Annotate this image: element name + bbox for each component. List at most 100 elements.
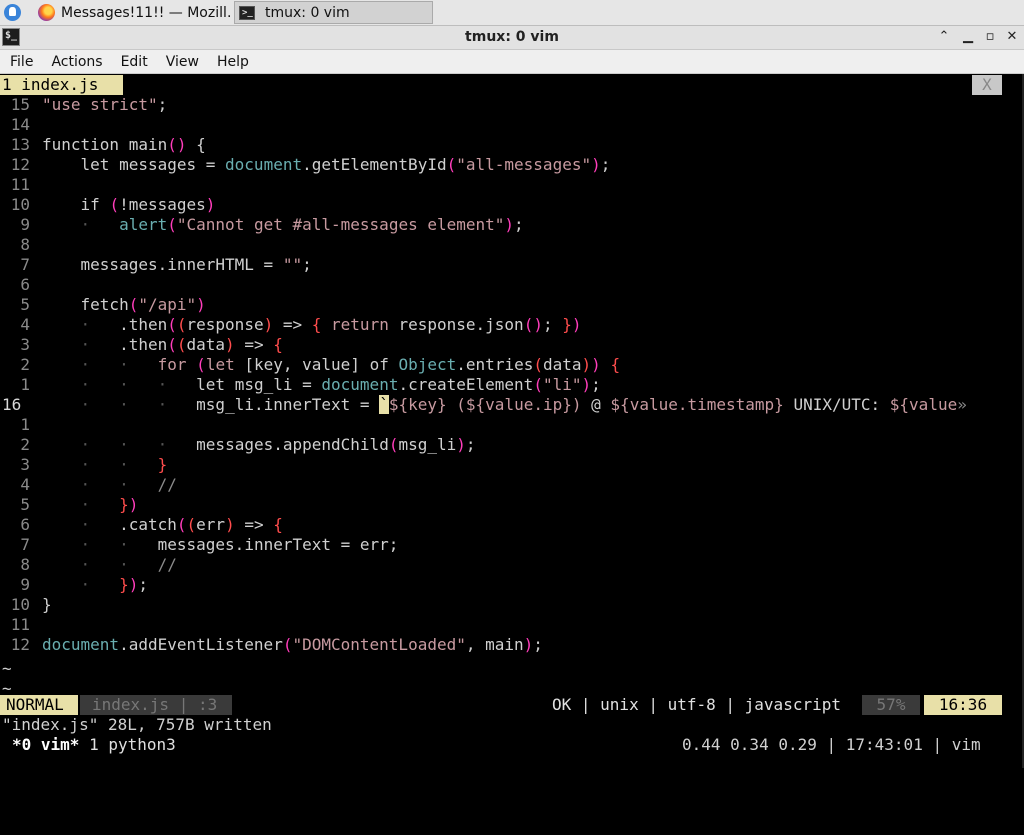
line-number: 15 (10, 95, 30, 114)
vim-tab-index-js[interactable]: 1 index.js (0, 75, 123, 95)
code-line: 13 function main() { (2, 135, 206, 155)
line-number: 11 (10, 615, 30, 634)
code-text: · · · msg_li.innerText = `${key} (${valu… (80, 395, 967, 414)
code-line: 11 (2, 175, 42, 195)
line-number: 1 (20, 375, 30, 394)
tmux-window-inactive[interactable]: 1 python3 (89, 735, 176, 754)
vim-message-line: "index.js" 28L, 757B written (2, 715, 272, 734)
line-number: 2 (20, 435, 30, 454)
taskbar-terminal-title: tmux: 0 vim (265, 4, 350, 21)
code-line: 12 let messages = document.getElementByI… (2, 155, 611, 175)
start-menu-icon[interactable] (4, 4, 21, 21)
code-text: · .then((response) => { return response.… (80, 315, 582, 334)
taskbar-terminal-button[interactable]: >_ tmux: 0 vim (234, 1, 433, 24)
close-icon[interactable]: ✕ (1004, 29, 1020, 45)
line-number: 8 (20, 555, 30, 574)
code-text: } (42, 595, 52, 614)
menu-help[interactable]: Help (207, 54, 257, 70)
code-line: 8 · · // (2, 555, 177, 575)
code-text: if (!messages) (42, 195, 216, 214)
code-text: function main() { (42, 135, 206, 154)
code-text: · · · messages.appendChild(msg_li); (80, 435, 476, 454)
tmux-window-active[interactable]: *0 vim* (12, 735, 79, 754)
code-line: 11 (2, 615, 42, 635)
code-text: · · · let msg_li = document.createElemen… (80, 375, 601, 394)
line-number: 13 (10, 135, 30, 154)
code-text: fetch("/api") (42, 295, 206, 314)
tmux-window-list[interactable]: *0 vim* 1 python3 (12, 735, 176, 755)
line-number: 4 (20, 475, 30, 494)
code-text: · · for (let [key, value] of Object.entr… (80, 355, 621, 374)
code-line: 3 · .then((data) => { (2, 335, 283, 355)
taskbar-firefox-button[interactable]: Messages!11!! — Mozill… (34, 1, 232, 24)
code-line: 2 · · · messages.appendChild(msg_li); (2, 435, 476, 455)
menu-edit[interactable]: Edit (111, 54, 156, 70)
code-line: 5 fetch("/api") (2, 295, 206, 315)
menu-view[interactable]: View (156, 54, 207, 70)
tmux-status-right: 0.44 0.34 0.29 | 17:43:01 | vim (682, 735, 981, 754)
code-line: 4 · · // (2, 475, 177, 495)
code-line: 14 (2, 115, 42, 135)
line-number: 3 (20, 455, 30, 474)
code-text: · · } (80, 455, 168, 474)
tmux-statusbar: *0 vim* 1 python3 0.44 0.34 0.29 | 17:43… (0, 735, 1024, 755)
line-number: 7 (20, 535, 30, 554)
firefox-icon (38, 4, 55, 21)
window-titlebar[interactable]: $_ tmux: 0 vim ⌃ ▁ ▫ ✕ (0, 26, 1024, 50)
code-text: · alert("Cannot get #all-messages elemen… (80, 215, 524, 234)
line-number: 9 (20, 575, 30, 594)
line-number: 8 (20, 235, 30, 254)
code-line: 16 · · · msg_li.innerText = `${key} (${v… (2, 395, 967, 415)
vim-status-file: index.js | :3 (80, 695, 232, 715)
line-number: 2 (20, 355, 30, 374)
taskbar-firefox-title: Messages!11!! — Mozill… (61, 4, 232, 21)
terminal[interactable]: 1 index.js X 15 "use strict"; 14 13 function… (0, 74, 1024, 768)
code-line: 6 (2, 275, 42, 295)
line-number: 10 (10, 195, 30, 214)
maximize-icon[interactable]: ▫ (982, 29, 998, 45)
line-number: 4 (20, 315, 30, 334)
taskbar: Messages!11!! — Mozill… >_ tmux: 0 vim (0, 0, 1024, 26)
line-number: 11 (10, 175, 30, 194)
vim-statusline: NORMAL index.js | :3 OK | unix | utf-8 |… (0, 695, 1024, 715)
code-text: · · // (80, 475, 177, 494)
vim-tab-close-button[interactable]: X (972, 75, 1002, 95)
code-text: "use strict"; (42, 95, 168, 114)
code-text: · · // (80, 555, 177, 574)
code-text: · }); (80, 575, 148, 594)
menu-actions[interactable]: Actions (41, 54, 110, 70)
code-text: messages.innerHTML = ""; (42, 255, 312, 274)
tilde-line: ~ (2, 659, 12, 678)
menubar: File Actions Edit View Help (0, 50, 1024, 74)
line-number: 3 (20, 335, 30, 354)
line-number: 9 (20, 215, 30, 234)
code-text: · · messages.innerText = err; (80, 535, 399, 554)
vim-tabline: 1 index.js X (0, 74, 1024, 95)
line-number: 6 (20, 515, 30, 534)
menu-file[interactable]: File (0, 54, 41, 70)
line-number: 16 (2, 395, 22, 414)
code-line: 8 (2, 235, 42, 255)
minimize-icon[interactable]: ▁ (960, 29, 976, 45)
line-number: 10 (10, 595, 30, 614)
vim-mode: NORMAL (0, 695, 78, 715)
code-line: 2 · · for (let [key, value] of Object.en… (2, 355, 620, 375)
code-text: · }) (80, 495, 139, 514)
window-title: tmux: 0 vim (465, 29, 559, 45)
line-number: 12 (10, 635, 30, 654)
code-line: 1 · · · let msg_li = document.createElem… (2, 375, 601, 395)
code-line: 12 document.addEventListener("DOMContentL… (2, 635, 543, 655)
code-text: · .catch((err) => { (80, 515, 283, 534)
vim-status-info: OK | unix | utf-8 | javascript (552, 695, 841, 714)
code-text: let messages = document.getElementById("… (42, 155, 611, 174)
line-number: 6 (20, 275, 30, 294)
code-line: 7 · · messages.innerText = err; (2, 535, 398, 555)
line-number: 5 (20, 495, 30, 514)
code-text: · .then((data) => { (80, 335, 283, 354)
code-line: 4 · .then((response) => { return respons… (2, 315, 582, 335)
line-number: 14 (10, 115, 30, 134)
shade-up-icon[interactable]: ⌃ (936, 29, 952, 45)
vim-status-position: 16:36 (924, 695, 1002, 715)
line-number: 12 (10, 155, 30, 174)
code-line: 9 · alert("Cannot get #all-messages elem… (2, 215, 524, 235)
